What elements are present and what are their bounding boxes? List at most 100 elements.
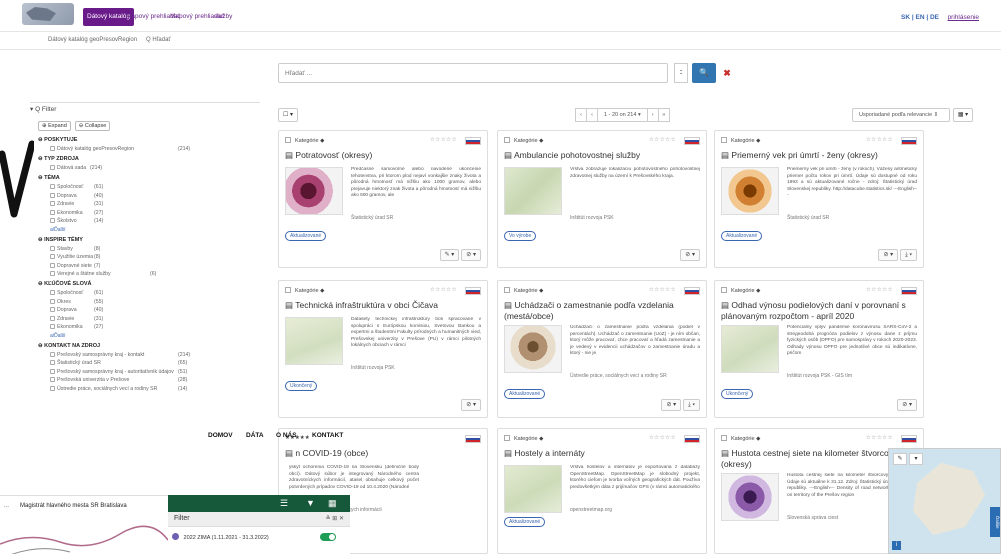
- card-category[interactable]: Kategórie ◆: [514, 138, 543, 144]
- card-title[interactable]: ▤ Priemerný vek pri úmrtí - ženy (okresy…: [721, 150, 921, 161]
- dataset-card[interactable]: Kategórie ◆ ☆☆☆☆☆ ▤ Hostely a internáty Vrs…: [497, 428, 707, 554]
- filter-checkbox[interactable]: [50, 165, 55, 170]
- search-button[interactable]: 🔍: [692, 63, 716, 83]
- filter-option[interactable]: Prešovský samosprávny kraj - kontakt (214…: [50, 351, 220, 358]
- card-category[interactable]: Kategórie ◆: [514, 436, 543, 442]
- filter-checkbox[interactable]: [50, 368, 55, 374]
- card-thumbnail[interactable]: [721, 473, 779, 521]
- rating-stars[interactable]: ☆☆☆☆☆: [649, 287, 676, 293]
- filter-more-link[interactable]: a/Ďalší: [50, 333, 260, 339]
- card-category[interactable]: Kategórie ◆: [295, 288, 324, 294]
- filter-checkbox[interactable]: [50, 218, 55, 223]
- more-side-tab[interactable]: Ďalšie: [990, 507, 1000, 537]
- filter-option[interactable]: Prešovská univerzita v Prešove (28): [50, 377, 220, 383]
- language-switch[interactable]: SK | EN | DE: [901, 14, 939, 21]
- region-logo[interactable]: [22, 3, 74, 25]
- card-category[interactable]: Kategórie ◆: [295, 138, 324, 144]
- layers-dropdown[interactable]: ▾: [909, 453, 923, 465]
- filter-checkbox[interactable]: [50, 351, 55, 357]
- filter-option[interactable]: Doprava (40): [50, 192, 220, 199]
- card-checkbox[interactable]: [504, 435, 510, 441]
- filter-option[interactable]: Školstvo (14): [50, 218, 220, 224]
- card-checkbox[interactable]: [721, 287, 727, 293]
- rating-stars[interactable]: ☆☆☆☆☆: [430, 137, 457, 143]
- card-title[interactable]: ▤ Hostely a internáty: [504, 448, 704, 459]
- info-icon[interactable]: i: [892, 541, 901, 550]
- card-category[interactable]: Kategórie ◆: [731, 138, 760, 144]
- filter-option[interactable]: Doprava (40): [50, 307, 220, 313]
- last-page-button[interactable]: »: [657, 108, 670, 122]
- filter-option[interactable]: Zdravie (31): [50, 201, 220, 207]
- filter-checkbox[interactable]: [50, 146, 55, 151]
- card-title[interactable]: ▤ n COVID-19 (obce): [285, 448, 485, 459]
- expand-button[interactable]: ⊕ Expand: [38, 121, 71, 131]
- rating-stars[interactable]: ☆☆☆☆☆: [649, 137, 676, 143]
- season-toggle[interactable]: [320, 533, 336, 541]
- filter-checkbox[interactable]: [50, 324, 55, 329]
- sort-dropdown[interactable]: Usporiadané podľa relevancie ⇕: [852, 108, 950, 122]
- rating-stars[interactable]: ☆☆☆☆☆: [866, 435, 893, 441]
- filter-option[interactable]: Ekonomika (27): [50, 324, 220, 330]
- card-action-button[interactable]: ⊘ ▾: [878, 249, 899, 261]
- filter-option[interactable]: Stavby (8): [50, 245, 220, 252]
- card-checkbox[interactable]: [504, 287, 510, 293]
- filter-option[interactable]: Ekonomika (27): [50, 209, 220, 216]
- filter-checkbox[interactable]: [50, 192, 55, 198]
- filter-option[interactable]: Okres (55): [50, 298, 220, 305]
- rating-stars[interactable]: ☆☆☆☆☆: [430, 287, 457, 293]
- card-thumbnail[interactable]: [504, 465, 562, 513]
- nav-services[interactable]: služby: [210, 8, 236, 26]
- filter-option[interactable]: Spoločnosť (61): [50, 290, 220, 296]
- card-title[interactable]: ▤ Ambulancie pohotovostnej služby: [504, 150, 704, 161]
- card-thumbnail[interactable]: [504, 325, 562, 373]
- card-title[interactable]: ▤ Odhad výnosu podielových daní v porovn…: [721, 300, 921, 322]
- filter-option[interactable]: Dopravné siete (7): [50, 262, 220, 269]
- mini-map[interactable]: ✎ ▾ Ďalšie i: [888, 448, 1001, 554]
- filter-checkbox[interactable]: [50, 271, 55, 276]
- view-mode-dropdown[interactable]: ▦ ▾: [953, 108, 973, 122]
- card-action-button[interactable]: ✎ ▾: [439, 249, 460, 261]
- search-input[interactable]: [278, 63, 668, 83]
- pen-tool-button[interactable]: ✎: [893, 453, 907, 465]
- filter-group-title[interactable]: ⊖ KĽÚČOVÉ SLOVÁ: [38, 281, 260, 287]
- dataset-card[interactable]: Kategórie ◆ ☆☆☆☆☆ ▤ Technická infraštruktú…: [278, 280, 488, 418]
- filter-checkbox[interactable]: [50, 360, 55, 365]
- filter-checkbox[interactable]: [50, 254, 55, 259]
- card-action-button[interactable]: ⊘ ▾: [680, 249, 700, 261]
- rating-stars[interactable]: ☆☆☆☆☆: [866, 287, 893, 293]
- dataset-card[interactable]: Kategórie ◆ ☆☆☆☆☆ ▤ Odhad výnosu podielový…: [714, 280, 924, 418]
- footer-data-link[interactable]: DÁTA: [246, 432, 264, 439]
- filter-group-title[interactable]: ⊖ TÉMA: [38, 175, 260, 181]
- funnel-icon[interactable]: ▼: [306, 498, 315, 508]
- filter-group-title[interactable]: ⊖ POSKYTUJE: [38, 137, 260, 143]
- filter-checkbox[interactable]: [50, 290, 55, 295]
- card-thumbnail[interactable]: [721, 325, 779, 373]
- card-thumbnail[interactable]: [285, 317, 343, 365]
- card-action-button[interactable]: ⤓ ▾: [900, 249, 917, 261]
- dataset-card[interactable]: Kategórie ◆ ☆☆☆☆☆ ▤ Uchádzači o zamestnani…: [497, 280, 707, 418]
- search-options-button[interactable]: :: [674, 63, 688, 83]
- filter-option[interactable]: Prešovský samosprávny kraj - autoritatív…: [50, 368, 220, 375]
- clear-search-button[interactable]: ✖: [720, 63, 734, 83]
- filter-group-title[interactable]: ⊖ INSPIRE TÉMY: [38, 237, 260, 243]
- dataset-card[interactable]: Kategórie ◆ ☆☆☆☆☆ ▤ Potratovosť (okresy) Pr…: [278, 130, 488, 268]
- filter-title[interactable]: ▾ Q Filter: [30, 103, 260, 117]
- rating-stars[interactable]: ☆☆☆☆☆: [649, 435, 676, 441]
- card-action-button[interactable]: ⊘ ▾: [661, 399, 682, 411]
- collapse-button[interactable]: ⊖ Collapse: [74, 121, 111, 131]
- card-category[interactable]: Kategórie ◆: [514, 288, 543, 294]
- filter-checkbox[interactable]: [50, 298, 55, 304]
- card-checkbox[interactable]: [504, 137, 510, 143]
- card-action-button[interactable]: ⊘ ▾: [461, 399, 481, 411]
- filter-header-icons[interactable]: ≚ ⊞ ✕: [326, 515, 344, 522]
- filter-option[interactable]: Využitie územia (8): [50, 254, 220, 260]
- filter-checkbox[interactable]: [50, 245, 55, 251]
- filter-more-link[interactable]: a/Ďalší: [50, 227, 260, 233]
- list-icon[interactable]: ☰: [280, 498, 288, 509]
- card-checkbox[interactable]: [285, 137, 291, 143]
- select-all-dropdown[interactable]: ☐ ▾: [278, 108, 298, 122]
- filter-checkbox[interactable]: [50, 315, 55, 321]
- footer-about-link[interactable]: O NÁS: [276, 432, 297, 439]
- card-title[interactable]: ▤ Potratovosť (okresy): [285, 150, 485, 161]
- filter-checkbox[interactable]: [50, 184, 55, 189]
